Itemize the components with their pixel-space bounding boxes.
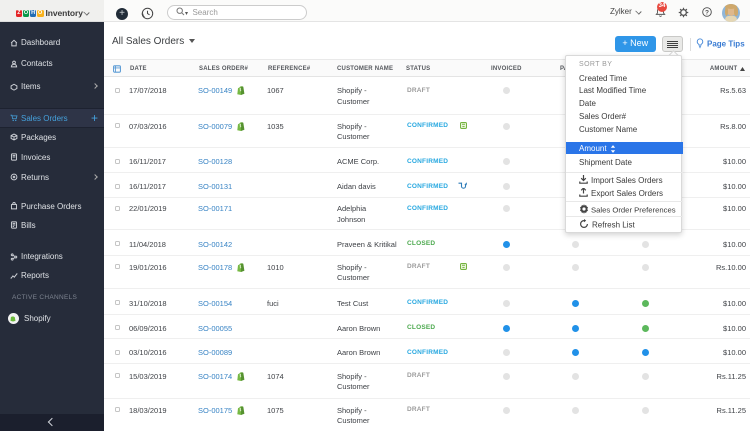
svg-text:?: ? [705,9,709,16]
